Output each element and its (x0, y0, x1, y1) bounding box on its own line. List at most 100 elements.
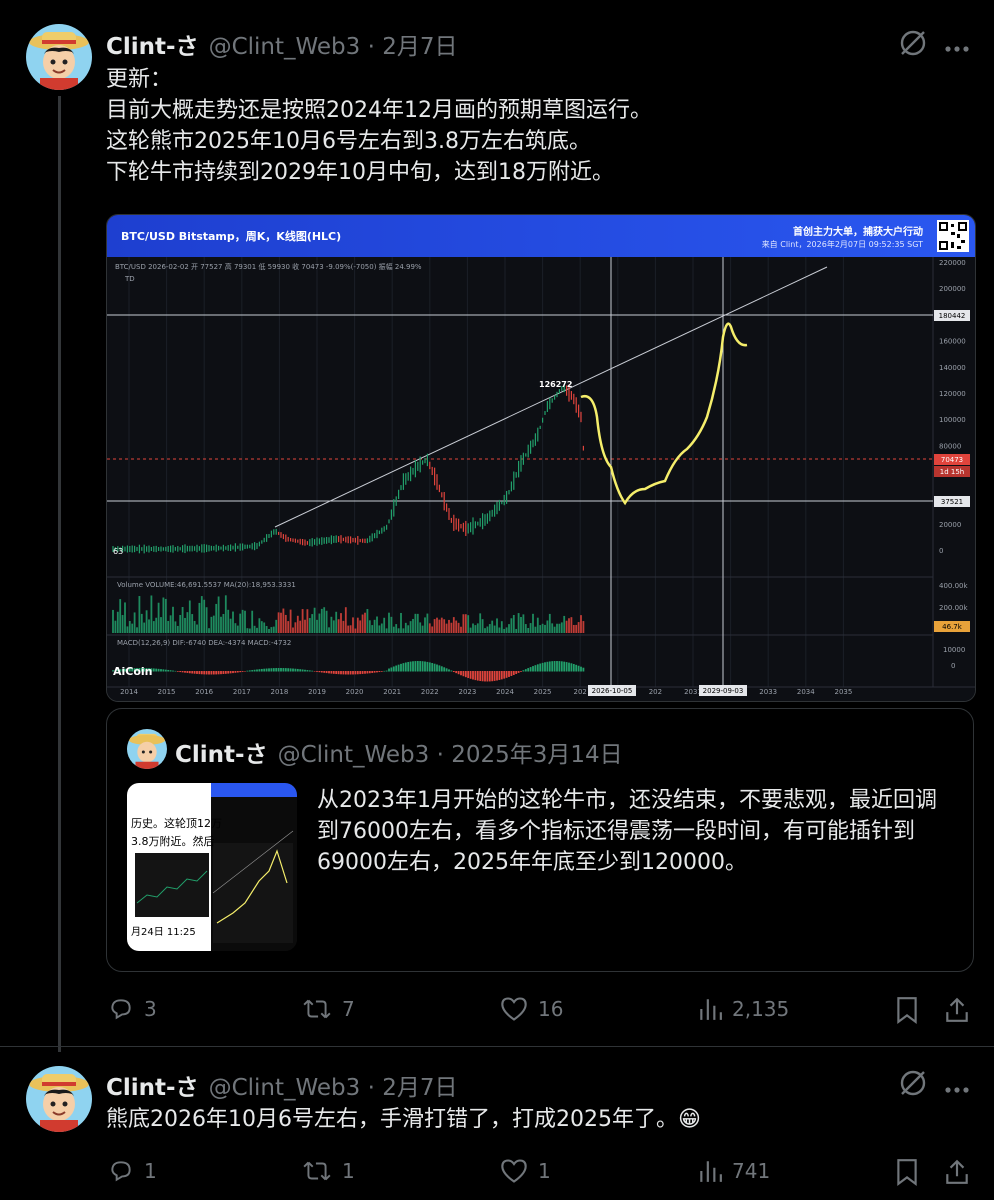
macd-bar (472, 671, 474, 680)
chart-image[interactable]: BTC/USD Bitstamp，周K，K线图(HLC) 首创主力大单，捕获大户… (106, 214, 976, 702)
retweet-button[interactable]: 1 (302, 1158, 355, 1184)
author-handle-date[interactable]: @Clint_Web3 · 2月7日 (209, 27, 458, 61)
macd-bar (217, 671, 220, 675)
macd-bar (292, 668, 294, 672)
volume-bar (234, 623, 237, 633)
reply-button[interactable]: 3 (108, 996, 157, 1022)
macd-bar (493, 671, 496, 681)
volume-bar (284, 614, 287, 633)
volume-tick: 400.00k (939, 582, 968, 590)
volume-bar (246, 628, 249, 633)
volume-bar (445, 623, 448, 633)
volume-bar (256, 627, 258, 633)
macd-bar (352, 671, 354, 675)
avatar[interactable] (26, 24, 92, 90)
volume-bar (328, 627, 330, 633)
reply-icon (111, 999, 131, 1020)
volume-bar (196, 624, 198, 633)
year-tick: 2017 (233, 688, 251, 696)
chart-volume-info: Volume VOLUME:46,691.5537 MA(20):18,953.… (117, 581, 296, 589)
quoted-tweet[interactable]: Clint-さ @Clint_Web3 · 2025年3月14日 历史。这轮顶1… (106, 708, 974, 972)
macd-bar (404, 662, 407, 672)
volume-bar (181, 607, 184, 633)
quote-avatar[interactable] (127, 729, 167, 769)
volume-bar (510, 618, 513, 633)
volume-bar (325, 610, 328, 633)
volume-bar (227, 609, 230, 633)
macd-bar (467, 671, 470, 679)
volume-bar (179, 614, 182, 633)
macd-bar (234, 671, 237, 673)
reply-button[interactable]: 1 (108, 1158, 157, 1184)
macd-bar (395, 665, 398, 672)
volume-bar (419, 622, 422, 633)
macd-bar (568, 662, 570, 672)
bookmark-icon[interactable] (896, 1158, 918, 1190)
macd-bar (330, 671, 333, 674)
more-icon[interactable] (944, 38, 970, 57)
volume-bar (318, 613, 321, 633)
volume-bar (536, 617, 539, 633)
macd-bar (246, 670, 249, 672)
volume-bar (263, 622, 266, 633)
macd-bar (157, 668, 160, 672)
volume-bar (112, 609, 114, 633)
macd-bar (212, 671, 215, 675)
chart-macd-info: MACD(12,26,9) DIF:-6740 DEA:-4374 MACD:-… (117, 639, 291, 647)
author-name[interactable]: Clint-さ (106, 27, 199, 61)
volume-bar (467, 615, 470, 633)
volume-bar (332, 620, 335, 633)
volume-bar (169, 615, 172, 633)
quote-thumb-text: 3.8万附近。然后 (131, 835, 215, 848)
like-button[interactable]: 16 (500, 996, 563, 1022)
author-handle-date[interactable]: @Clint_Web3 · 2月7日 (209, 1068, 458, 1102)
like-count: 16 (538, 997, 564, 1021)
price-tag-mid: 70473 (941, 456, 963, 464)
share-icon[interactable] (944, 996, 970, 1028)
volume-bar (462, 614, 465, 633)
volume-bar (582, 621, 585, 633)
quote-thumbnail[interactable]: 历史。这轮顶12万 3.8万附近。然后 月24日 11:25 (127, 783, 297, 951)
macd-bar (553, 661, 556, 672)
macd-bar (210, 671, 213, 675)
views-button[interactable]: 741 (698, 1158, 770, 1184)
macd-bar (481, 671, 484, 682)
volume-bar (349, 625, 352, 633)
volume-bar (488, 624, 491, 633)
volume-bar (200, 596, 203, 633)
year-tick: 2015 (158, 688, 176, 696)
volume-bar (133, 612, 136, 633)
macd-bar (227, 671, 230, 674)
macd-bar (479, 671, 482, 682)
volume-bar (323, 607, 326, 633)
like-count: 1 (538, 1159, 551, 1183)
macd-bar (445, 668, 448, 672)
volume-bar (551, 623, 554, 633)
macd-bar (356, 671, 359, 675)
more-icon[interactable] (944, 1079, 970, 1098)
chart-watermark: AiCoin (113, 665, 153, 678)
macd-bar (272, 668, 275, 672)
share-icon[interactable] (944, 1158, 970, 1190)
grok-icon[interactable] (898, 1068, 928, 1102)
macd-bar (176, 671, 179, 672)
like-button[interactable]: 1 (500, 1158, 551, 1184)
volume-bar (527, 627, 530, 633)
macd-tick: 10000 (943, 646, 965, 654)
volume-bar (316, 619, 318, 633)
bookmark-icon[interactable] (896, 996, 918, 1028)
macd-bar (248, 670, 251, 672)
avatar[interactable] (26, 1066, 92, 1132)
macd-bar (256, 669, 258, 672)
grok-icon[interactable] (898, 28, 928, 62)
volume-bar (251, 610, 254, 633)
views-button[interactable]: 2,135 (698, 996, 789, 1022)
volume-bar (304, 619, 306, 633)
macd-bar (440, 666, 443, 672)
author-name[interactable]: Clint-さ (106, 1068, 199, 1102)
retweet-button[interactable]: 7 (302, 996, 355, 1022)
macd-bar (208, 671, 210, 675)
macd-bar (438, 665, 441, 672)
volume-tag: 46.7k (942, 623, 963, 631)
volume-bar (395, 624, 398, 633)
